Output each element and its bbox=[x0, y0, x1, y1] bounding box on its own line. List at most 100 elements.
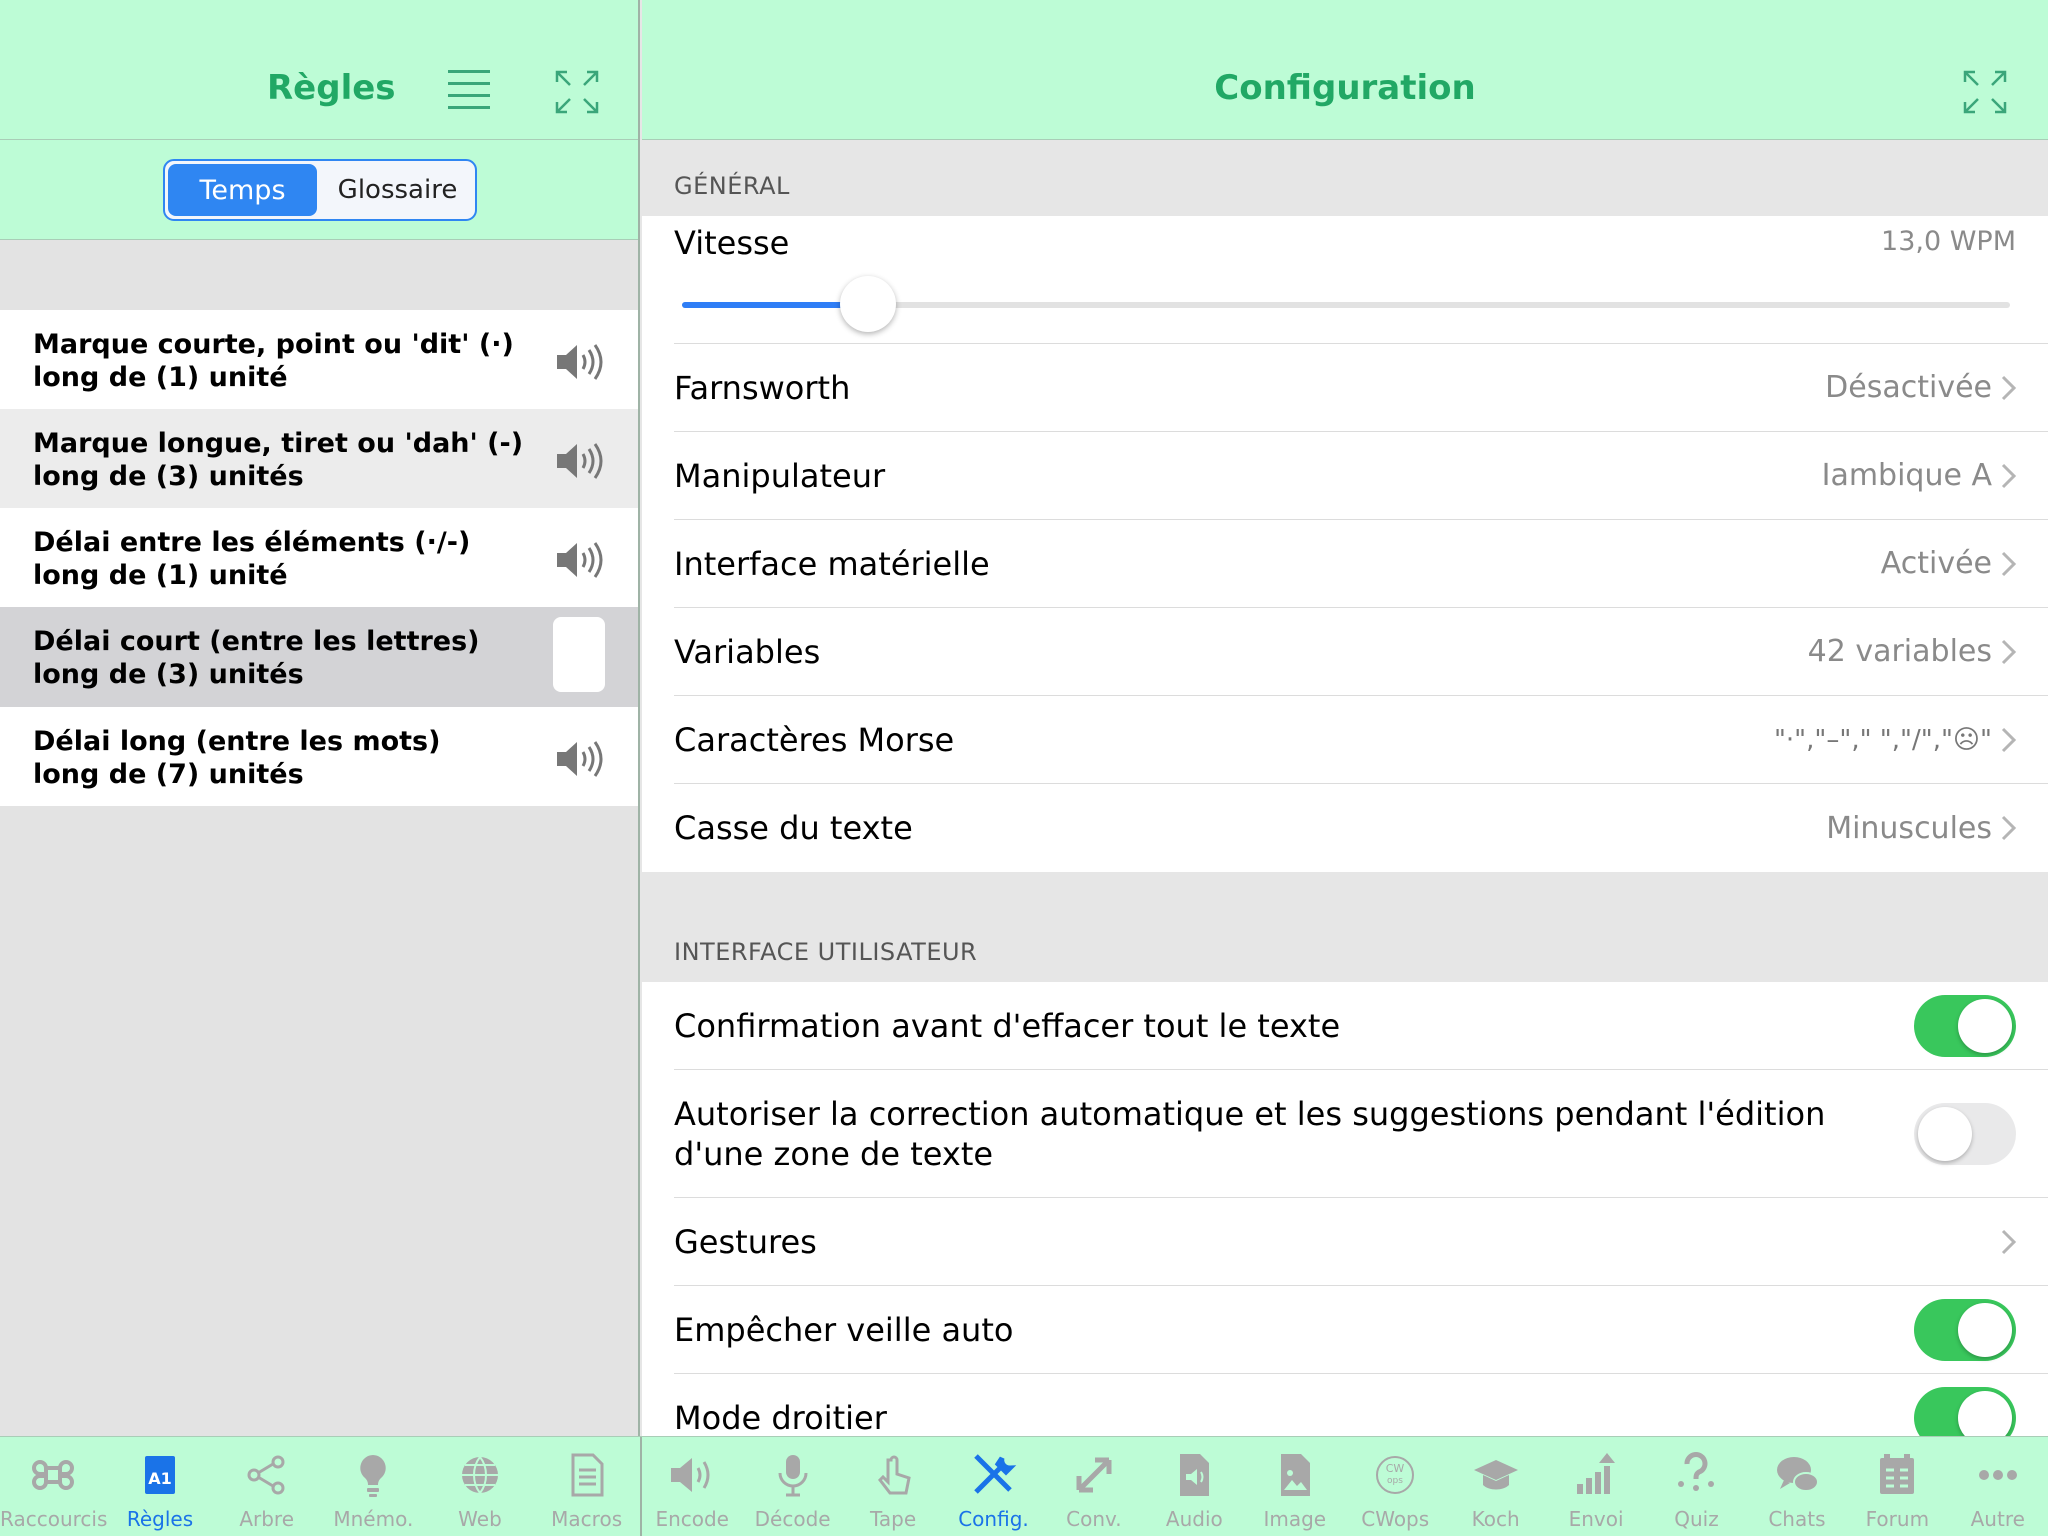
chevron-right-icon bbox=[2001, 551, 2017, 576]
rule-row[interactable]: Marque longue, tiret ou 'dah' (-) long d… bbox=[0, 409, 638, 508]
row-label: Mode droitier bbox=[674, 1399, 887, 1436]
play-placeholder[interactable] bbox=[553, 617, 605, 692]
tab-label: Quiz bbox=[1674, 1507, 1719, 1531]
rule-row[interactable]: Délai entre les éléments (·/-) long de (… bbox=[0, 508, 638, 607]
menu-icon[interactable] bbox=[448, 70, 490, 110]
chevron-right-icon bbox=[2001, 727, 2017, 752]
confirm-clear-toggle[interactable] bbox=[1914, 994, 2016, 1057]
right-hand-mode-toggle[interactable] bbox=[1914, 1387, 2016, 1436]
tab-décode[interactable]: Décode bbox=[742, 1437, 842, 1536]
tab-label: Arbre bbox=[239, 1507, 294, 1531]
tab-image[interactable]: Image bbox=[1245, 1437, 1345, 1536]
row-label: Farnsworth bbox=[674, 368, 851, 407]
chat-bubbles-icon bbox=[1776, 1457, 1819, 1492]
rules-book-icon: A1 bbox=[144, 1456, 175, 1494]
row-value: Activée bbox=[1880, 546, 1992, 581]
segment-temps[interactable]: Temps bbox=[168, 164, 317, 216]
tab-web[interactable]: Web bbox=[427, 1437, 534, 1536]
tab-encode[interactable]: Encode bbox=[642, 1437, 742, 1536]
speed-slider[interactable] bbox=[682, 276, 2010, 332]
tab-audio[interactable]: Audio bbox=[1144, 1437, 1244, 1536]
tab-raccourcis[interactable]: Raccourcis bbox=[0, 1437, 107, 1536]
speaker-icon[interactable] bbox=[555, 739, 603, 779]
row-value: Désactivée bbox=[1825, 370, 1992, 405]
manipulateur-row[interactable]: Manipulateur Iambique A bbox=[674, 432, 2048, 520]
tab-mnémo[interactable]: Mnémo. bbox=[320, 1437, 427, 1536]
tab-koch[interactable]: Koch bbox=[1445, 1437, 1545, 1536]
toggle-knob bbox=[1958, 998, 2012, 1053]
tab-règles[interactable]: A1 Règles bbox=[107, 1437, 214, 1536]
tab-quiz[interactable]: Quiz bbox=[1646, 1437, 1746, 1536]
variables-row[interactable]: Variables 42 variables bbox=[674, 608, 2048, 696]
autocorrect-row: Autoriser la correction automatique et l… bbox=[674, 1070, 2048, 1198]
speaker-icon[interactable] bbox=[555, 540, 603, 580]
speaker-icon[interactable] bbox=[555, 441, 603, 481]
toggle-knob bbox=[1918, 1106, 1972, 1161]
speaker-icon bbox=[671, 1458, 710, 1492]
speaker-icon[interactable] bbox=[555, 342, 603, 382]
rule-row[interactable]: Délai long (entre les mots) long de (7) … bbox=[0, 707, 638, 806]
tab-label: Config. bbox=[958, 1507, 1029, 1531]
confirm-clear-row: Confirmation avant d'effacer tout le tex… bbox=[674, 982, 2048, 1070]
tab-label: Forum bbox=[1865, 1507, 1930, 1531]
segmented-control: Temps Glossaire bbox=[163, 159, 477, 221]
speed-row: Vitesse 13,0 WPM bbox=[674, 216, 2048, 344]
segment-bar: Temps Glossaire bbox=[0, 140, 638, 240]
microphone-icon bbox=[778, 1455, 808, 1497]
tab-label: Autre bbox=[1970, 1507, 2025, 1531]
hardware-interface-row[interactable]: Interface matérielle Activée bbox=[674, 520, 2048, 608]
svg-text:CW: CW bbox=[1386, 1462, 1405, 1475]
speed-value: 13,0 WPM bbox=[1881, 226, 2016, 257]
row-label: Variables bbox=[674, 632, 821, 671]
row-label: Caractères Morse bbox=[674, 720, 955, 759]
tab-envoi[interactable]: Envoi bbox=[1546, 1437, 1646, 1536]
expand-icon[interactable] bbox=[1963, 70, 2007, 114]
config-pane: Configuration GÉNÉRAL Vitesse 13,0 WPM F… bbox=[642, 0, 2048, 1436]
tab-tape[interactable]: Tape bbox=[843, 1437, 943, 1536]
right-hand-mode-row: Mode droitier bbox=[674, 1374, 2048, 1436]
tab-chats[interactable]: Chats bbox=[1747, 1437, 1847, 1536]
tab-forum[interactable]: Forum bbox=[1847, 1437, 1947, 1536]
chevron-right-icon bbox=[2001, 815, 2017, 841]
expand-icon[interactable] bbox=[555, 70, 599, 114]
tab-label: Audio bbox=[1165, 1507, 1223, 1531]
rule-row-selected[interactable]: Délai court (entre les lettres) long de … bbox=[0, 607, 638, 707]
tools-icon bbox=[974, 1454, 1017, 1494]
row-label: Interface matérielle bbox=[674, 544, 990, 583]
speed-slider-thumb[interactable] bbox=[839, 276, 896, 332]
speed-label: Vitesse bbox=[674, 224, 790, 262]
tab-label: Raccourcis bbox=[0, 1507, 108, 1531]
chevron-right-icon bbox=[2001, 463, 2017, 488]
tab-autre[interactable]: Autre bbox=[1948, 1437, 2048, 1536]
svg-text:ops: ops bbox=[1387, 1476, 1403, 1486]
text-case-row[interactable]: Casse du texte Minuscules bbox=[674, 784, 2048, 872]
tab-config[interactable]: Config. bbox=[943, 1437, 1043, 1536]
rule-row[interactable]: Marque courte, point ou 'dit' (·) long d… bbox=[0, 310, 638, 409]
tab-label: Chats bbox=[1768, 1507, 1826, 1531]
rule-line1: Délai court (entre les lettres) bbox=[33, 626, 480, 657]
row-label: Gestures bbox=[674, 1222, 817, 1261]
tab-cwops[interactable]: CW ops CWops bbox=[1345, 1437, 1445, 1536]
autocorrect-toggle[interactable] bbox=[1914, 1102, 2016, 1165]
image-file-icon bbox=[1280, 1454, 1310, 1496]
tab-conv[interactable]: Conv. bbox=[1044, 1437, 1144, 1536]
tab-bar: Raccourcis A1 Règles Arbre Mnémo. Web Macros En… bbox=[0, 1436, 2048, 1536]
gestures-row[interactable]: Gestures bbox=[674, 1198, 2048, 1286]
rules-header: Règles bbox=[0, 0, 638, 140]
rule-line1: Délai entre les éléments (·/-) bbox=[33, 527, 471, 558]
morse-characters-row[interactable]: Caractères Morse "·","–"," ","/","☹" bbox=[674, 696, 2048, 784]
row-label: Autoriser la correction automatique et l… bbox=[674, 1094, 1826, 1173]
segment-glossaire[interactable]: Glossaire bbox=[320, 161, 475, 219]
rule-line1: Marque longue, tiret ou 'dah' (-) bbox=[33, 428, 524, 459]
rule-line2: long de (3) unités bbox=[33, 461, 304, 492]
tab-label: Conv. bbox=[1066, 1507, 1122, 1531]
general-group: Vitesse 13,0 WPM Farnsworth Désactivée M… bbox=[642, 216, 2048, 872]
prevent-sleep-toggle[interactable] bbox=[1914, 1298, 2016, 1361]
chevron-right-icon bbox=[2001, 1229, 2017, 1254]
forum-board-icon bbox=[1880, 1454, 1915, 1494]
farnsworth-row[interactable]: Farnsworth Désactivée bbox=[674, 344, 2048, 432]
row-label: Confirmation avant d'effacer tout le tex… bbox=[674, 1006, 1341, 1045]
tab-arbre[interactable]: Arbre bbox=[213, 1437, 320, 1536]
tab-macros[interactable]: Macros bbox=[533, 1437, 640, 1536]
rule-line2: long de (3) unités bbox=[33, 659, 304, 690]
